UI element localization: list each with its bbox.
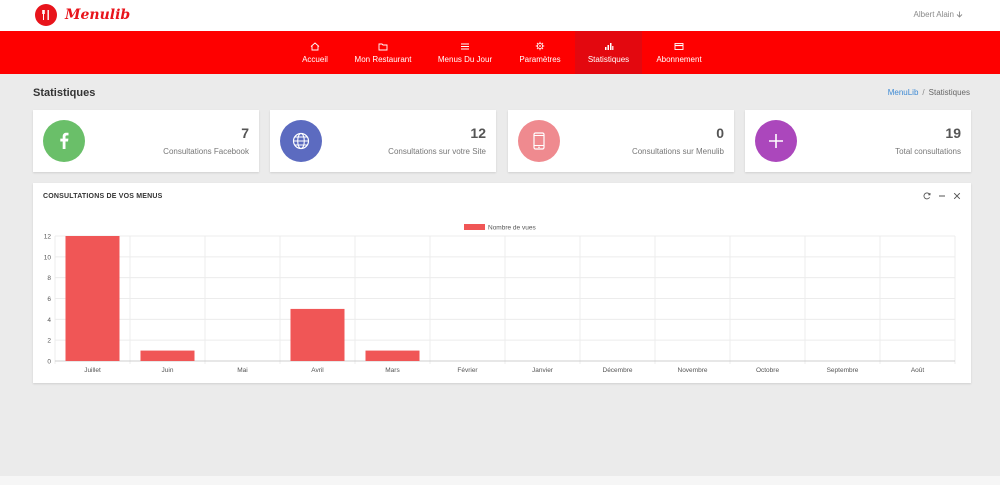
- x-tick-label: Février: [457, 367, 478, 374]
- stat-card-facebook: 7 Consultations Facebook: [33, 110, 259, 172]
- x-tick-label: Mai: [237, 367, 247, 374]
- stat-label: Total consultations: [895, 147, 961, 156]
- x-tick-label: Décembre: [603, 367, 633, 374]
- x-tick-label: Janvier: [532, 367, 554, 374]
- stat-value: 12: [470, 125, 486, 141]
- bar: [290, 308, 345, 361]
- bar: [65, 236, 120, 361]
- nav-label: Accueil: [302, 54, 328, 64]
- user-name: Albert Alain: [913, 10, 954, 19]
- arrow-down-icon: [956, 11, 963, 18]
- bar: [140, 350, 195, 361]
- stat-label: Consultations sur votre Site: [388, 147, 486, 156]
- nav-statistiques[interactable]: Statistiques: [575, 31, 642, 74]
- plus-icon: [755, 120, 797, 162]
- nav-mon-restaurant[interactable]: Mon Restaurant: [348, 31, 418, 74]
- nav-abonnement[interactable]: Abonnement: [650, 31, 708, 74]
- gear-icon: [535, 41, 545, 51]
- stat-value: 0: [716, 125, 724, 141]
- consultations-panel: CONSULTATIONS DE VOS MENUS 0 2 4 6 8 10 12 Juil…: [33, 183, 971, 383]
- stat-label: Consultations sur Menulib: [631, 147, 724, 156]
- bar: [365, 350, 420, 361]
- nav-label: Paramètres: [519, 55, 561, 64]
- nav-label: Statistiques: [587, 54, 630, 64]
- stat-card-total: 19 Total consultations: [745, 110, 971, 172]
- stat-label: Consultations Facebook: [163, 147, 249, 156]
- breadcrumb-current: Statistiques: [928, 88, 970, 97]
- nav-parametres[interactable]: Paramètres: [510, 31, 570, 74]
- main-nav: Accueil Mon Restaurant Menus Du Jour Par…: [0, 31, 1000, 74]
- fork-knife-icon: [35, 4, 57, 26]
- x-tick-label: Mars: [385, 367, 400, 374]
- nav-accueil[interactable]: Accueil: [290, 31, 340, 74]
- bar-chart-icon: [604, 42, 613, 50]
- home-icon: [310, 41, 320, 50]
- breadcrumb-home-link[interactable]: MenuLib: [888, 88, 919, 97]
- user-menu[interactable]: Albert Alain: [914, 10, 963, 19]
- x-tick-label: Octobre: [756, 367, 780, 374]
- card-icon: [674, 42, 684, 50]
- x-tick-label: Septembre: [827, 367, 859, 374]
- brand-logo[interactable]: Menulib: [35, 4, 130, 26]
- nav-menus-du-jour[interactable]: Menus Du Jour: [429, 31, 501, 74]
- phone-icon: [518, 120, 560, 162]
- x-tick-label: Août: [911, 367, 925, 374]
- bar-chart: 0 2 4 6 8 10 12 Juillet Juin Mai Avril Mars Février J…: [44, 224, 956, 374]
- brand-name: Menulib: [65, 7, 131, 23]
- x-tick-label: Juillet: [84, 367, 101, 374]
- facebook-icon: [43, 120, 85, 162]
- globe-icon: [280, 120, 322, 162]
- nav-label: Menus Du Jour: [437, 54, 493, 64]
- footer: [0, 476, 1000, 485]
- stat-value: 7: [241, 125, 249, 141]
- nav-label: Mon Restaurant: [354, 54, 412, 64]
- top-bar: Menulib Albert Alain: [0, 0, 1000, 31]
- y-tick-label: 6: [47, 296, 51, 303]
- breadcrumb: MenuLib / Statistiques: [887, 88, 970, 97]
- stat-card-menulib: 0 Consultations sur Menulib: [508, 110, 734, 172]
- page-title: Statistiques: [33, 87, 96, 99]
- y-tick-label: 8: [47, 275, 51, 282]
- menu-icon: [461, 43, 469, 49]
- y-tick-label: 4: [47, 317, 51, 324]
- legend-label: Nombre de vues: [488, 225, 536, 232]
- x-tick-label: Novembre: [678, 367, 708, 374]
- stat-card-site: 12 Consultations sur votre Site: [270, 110, 496, 172]
- y-tick-label: 0: [47, 359, 51, 366]
- stat-value: 19: [945, 125, 961, 141]
- folder-icon: [378, 43, 388, 50]
- y-tick-label: 12: [44, 234, 52, 241]
- x-tick-label: Juin: [162, 367, 174, 374]
- y-tick-label: 10: [44, 254, 52, 261]
- y-tick-label: 2: [47, 338, 51, 345]
- legend-swatch: [464, 224, 485, 230]
- x-tick-label: Avril: [311, 367, 324, 374]
- nav-label: Abonnement: [656, 54, 702, 64]
